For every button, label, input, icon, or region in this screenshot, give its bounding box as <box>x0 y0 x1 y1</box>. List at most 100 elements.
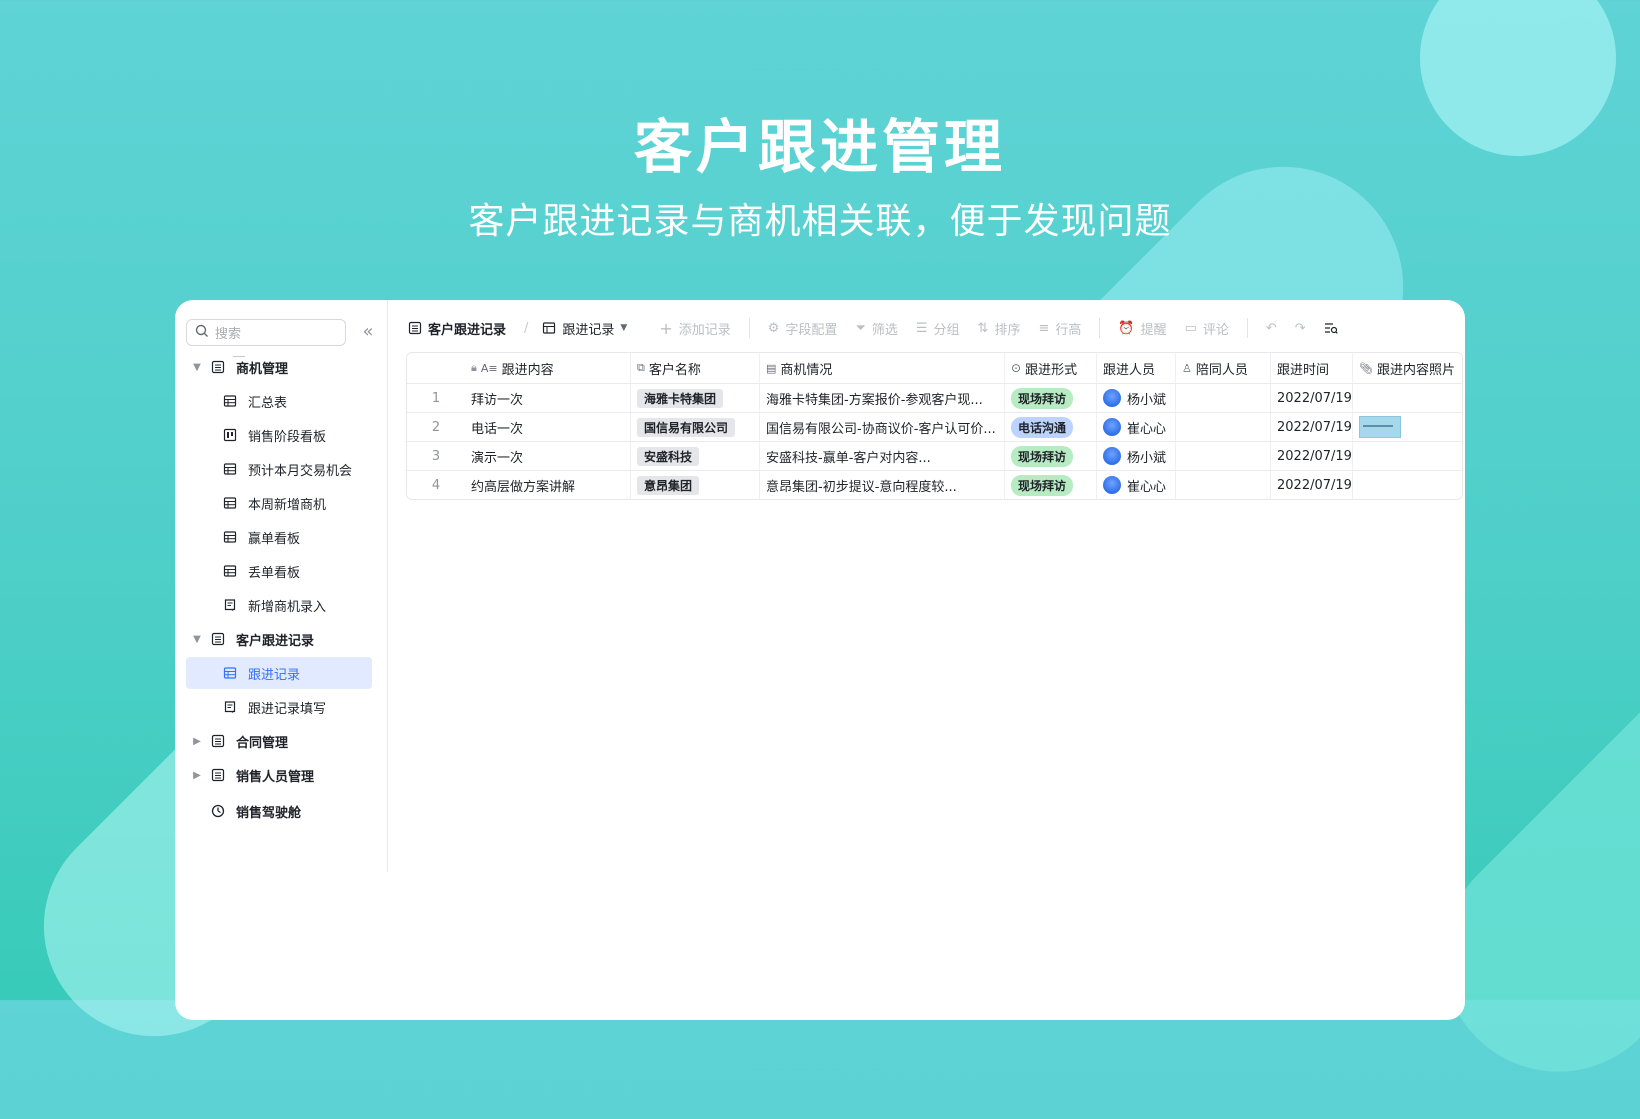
cell-person[interactable]: 崔心心 <box>1097 413 1176 441</box>
cell-content[interactable]: 拜访一次 <box>465 384 631 412</box>
cell-customer[interactable]: 海雅卡特集团 <box>631 384 760 412</box>
cell-customer[interactable]: 安盛科技 <box>631 442 760 470</box>
cell-time[interactable]: 2022/07/19 <box>1271 384 1353 412</box>
customer-tag: 海雅卡特集团 <box>637 388 724 408</box>
cell-time[interactable]: 2022/07/19 <box>1271 471 1353 499</box>
table-row[interactable]: 4 约高层做方案讲解 意昂集团 意昂集团-初步提议-意向程度较... 现场拜访 … <box>407 471 1462 499</box>
column-header[interactable]: ⧉ 客户名称 <box>631 353 760 383</box>
hero-title: 客户跟进管理 <box>633 113 1006 181</box>
sidebar-item[interactable]: ▼ 客户跟进记录 <box>186 623 372 655</box>
cell-form[interactable]: 现场拜访 <box>1005 442 1097 470</box>
sidebar-item[interactable]: 预计本月交易机会 <box>186 453 372 485</box>
cell-person[interactable]: 杨小斌 <box>1097 442 1176 470</box>
table-row[interactable]: 2 电话一次 国信易有限公司 国信易有限公司-协商议价-客户认可价... 电话沟… <box>407 413 1462 442</box>
view-switcher[interactable]: 跟进记录 ▼ <box>542 319 627 338</box>
filter-button[interactable]: ⏷ 筛选 <box>855 319 897 338</box>
cell-time[interactable]: 2022/07/19 <box>1271 413 1353 441</box>
customer-tag: 意昂集团 <box>637 475 700 495</box>
sidebar-item[interactable]: 销售阶段看板 <box>186 419 372 451</box>
sidebar-item[interactable]: 跟进记录 <box>186 657 372 689</box>
search-input[interactable]: 搜索 <box>186 319 346 346</box>
sidebar-item[interactable]: ▶ 销售人员管理 <box>186 759 372 791</box>
cell-time[interactable]: 2022/07/19 <box>1271 442 1353 470</box>
sidebar-item[interactable]: 销售驾驶舱 <box>186 795 372 827</box>
cell-form[interactable]: 电话沟通 <box>1005 413 1097 441</box>
caret-down-icon[interactable]: ▼ <box>186 634 208 645</box>
column-header[interactable]: ▤ 商机情况 <box>760 353 1005 383</box>
cell-opportunity[interactable]: 意昂集团-初步提议-意向程度较... <box>760 471 1005 499</box>
cell-form[interactable]: 现场拜访 <box>1005 471 1097 499</box>
search-icon <box>195 324 209 342</box>
undo-icon: ↶ <box>1265 320 1277 336</box>
cell-opportunity[interactable]: 安盛科技-赢单-客户对内容... <box>760 442 1005 470</box>
sidebar-item-label: 销售驾驶舱 <box>236 805 302 821</box>
sidebar-item[interactable]: 新增商机录入 <box>186 589 372 621</box>
cell-person[interactable]: 杨小斌 <box>1097 384 1176 412</box>
cell-companion[interactable] <box>1176 413 1271 441</box>
cell-opportunity[interactable]: 国信易有限公司-协商议价-客户认可价... <box>760 413 1005 441</box>
find-button[interactable] <box>1324 321 1338 335</box>
column-label: 客户名称 <box>648 362 701 378</box>
column-header[interactable]: 📎︎ 跟进内容照片 <box>1353 353 1462 383</box>
cell-photo[interactable] <box>1353 442 1462 470</box>
column-header[interactable]: ♙ 陪同人员 <box>1176 353 1271 383</box>
row-index: 3 <box>431 448 441 464</box>
sidebar-item-label: 销售阶段看板 <box>248 429 327 445</box>
sidebar-item[interactable]: ▼ 商机管理 <box>186 351 372 383</box>
cell-companion[interactable] <box>1176 384 1271 412</box>
app-window: 搜索 « ▼ 商机管理 汇总表销售阶段看板预计本月交易机会本周新增商机赢单看板 丢单看… <box>175 300 1465 1020</box>
sidebar-item-label: 本周新增商机 <box>248 497 327 513</box>
field-config-button[interactable]: ⚙ 字段配置 <box>768 319 838 338</box>
row-height-button[interactable]: ≡ 行高 <box>1038 319 1081 338</box>
attachment-icon: 📎︎ <box>1359 361 1373 375</box>
remind-button[interactable]: ⏰ 提醒 <box>1118 319 1166 338</box>
sidebar-item[interactable]: 跟进记录填写 <box>186 691 372 723</box>
column-header[interactable]: 跟进时间 <box>1271 353 1353 383</box>
sidebar-item[interactable]: 赢单看板 <box>186 521 372 553</box>
sort-button[interactable]: ⇅ 排序 <box>978 319 1021 338</box>
chevron-down-icon: ▼ <box>620 323 628 333</box>
undo-button[interactable]: ↶ <box>1266 321 1277 336</box>
cell-content[interactable]: 电话一次 <box>465 413 631 441</box>
table-row[interactable]: 3 演示一次 安盛科技 安盛科技-赢单-客户对内容... 现场拜访 杨小斌 20… <box>407 442 1462 471</box>
grid-icon <box>220 462 240 476</box>
sort-icon: ⇅ <box>977 320 989 336</box>
cell-photo[interactable] <box>1353 384 1462 412</box>
add-record-button[interactable]: + 添加记录 <box>659 319 730 338</box>
sidebar-item[interactable]: 汇总表 <box>186 385 372 417</box>
cell-opportunity[interactable]: 海雅卡特集团-方案报价-参观客户现... <box>760 384 1005 412</box>
redo-button[interactable]: ↷ <box>1295 321 1306 336</box>
cell-companion[interactable] <box>1176 471 1271 499</box>
filter-label: 筛选 <box>871 322 898 338</box>
caret-right-icon[interactable]: ▶ <box>186 770 208 781</box>
caret-down-icon[interactable]: ▼ <box>186 362 208 373</box>
sidebar-item[interactable]: ▶ 合同管理 <box>186 725 372 757</box>
table-doc-icon <box>408 321 422 335</box>
cell-photo[interactable] <box>1353 471 1462 499</box>
sidebar-item-label: 销售人员管理 <box>236 769 315 785</box>
photo-thumbnail[interactable] <box>1359 416 1401 438</box>
cell-person[interactable]: 崔心心 <box>1097 471 1176 499</box>
caret-right-icon[interactable]: ▶ <box>186 736 208 747</box>
table-name-tab[interactable]: 客户跟进记录 <box>408 319 506 338</box>
cell-content[interactable]: 约高层做方案讲解 <box>465 471 631 499</box>
sidebar-item[interactable]: 丢单看板 <box>186 555 372 587</box>
main-panel: 客户跟进记录 / 跟进记录 ▼ + 添加记录 ⚙ 字段配置 ⏷ 筛选 ☰ 分组 … <box>388 300 1465 872</box>
comment-button[interactable]: ▭ 评论 <box>1185 319 1229 338</box>
sidebar-item[interactable]: 本周新增商机 <box>186 487 372 519</box>
cell-customer[interactable]: 意昂集团 <box>631 471 760 499</box>
cell-companion[interactable] <box>1176 442 1271 470</box>
cell-customer[interactable]: 国信易有限公司 <box>631 413 760 441</box>
comment-icon: ▭ <box>1184 320 1197 336</box>
column-header[interactable]: 🔒︎ A≡ 跟进内容 <box>465 353 631 383</box>
cell-form[interactable]: 现场拜访 <box>1005 384 1097 412</box>
cell-content[interactable]: 演示一次 <box>465 442 631 470</box>
group-button[interactable]: ☰ 分组 <box>916 319 960 338</box>
column-header[interactable]: ⊙ 跟进形式 <box>1005 353 1097 383</box>
cell-photo[interactable] <box>1353 413 1462 441</box>
text-field-icon: A≡ <box>480 361 498 375</box>
table-doc-icon <box>208 632 228 646</box>
table-row[interactable]: 1 拜访一次 海雅卡特集团 海雅卡特集团-方案报价-参观客户现... 现场拜访 … <box>407 384 1462 413</box>
column-header[interactable]: 跟进人员 <box>1097 353 1176 383</box>
collapse-sidebar-icon[interactable]: « <box>359 322 377 342</box>
